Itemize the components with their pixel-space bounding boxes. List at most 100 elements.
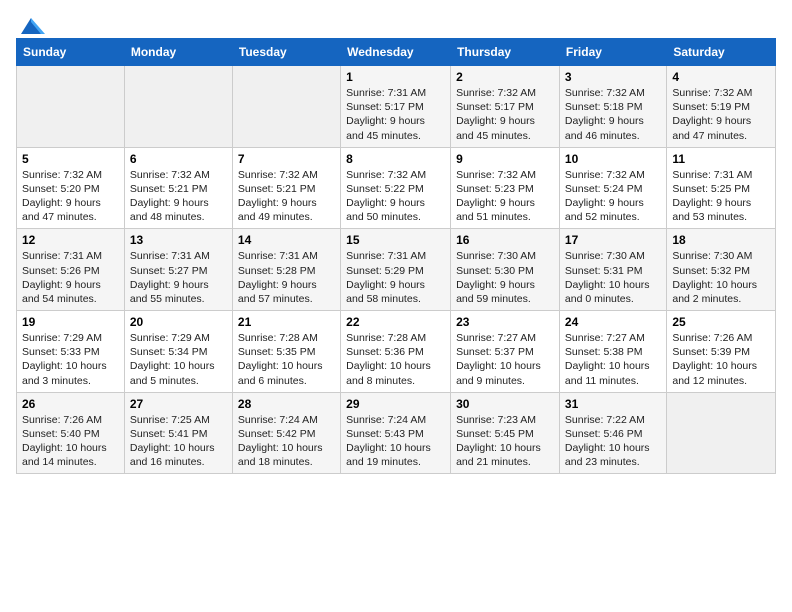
cell-content: Sunrise: 7:32 AM Sunset: 5:23 PM Dayligh… — [456, 168, 554, 225]
calendar-cell: 17 Sunrise: 7:30 AM Sunset: 5:31 PM Dayli… — [559, 229, 666, 311]
day-number: 22 — [346, 315, 445, 329]
cell-content: Sunrise: 7:32 AM Sunset: 5:17 PM Dayligh… — [456, 86, 554, 143]
weekday-thursday: Thursday — [451, 39, 560, 66]
calendar-cell: 24 Sunrise: 7:27 AM Sunset: 5:38 PM Dayli… — [559, 311, 666, 393]
day-number: 24 — [565, 315, 661, 329]
cell-content: Sunrise: 7:31 AM Sunset: 5:25 PM Dayligh… — [672, 168, 770, 225]
day-number: 31 — [565, 397, 661, 411]
calendar-week-3: 12 Sunrise: 7:31 AM Sunset: 5:26 PM Dayli… — [17, 229, 776, 311]
calendar-cell: 9Sunrise: 7:32 AM Sunset: 5:23 PM Daylig… — [451, 147, 560, 229]
day-number: 16 — [456, 233, 554, 247]
cell-content: Sunrise: 7:29 AM Sunset: 5:34 PM Dayligh… — [130, 331, 227, 388]
calendar-cell: 19 Sunrise: 7:29 AM Sunset: 5:33 PM Dayli… — [17, 311, 125, 393]
cell-content: Sunrise: 7:27 AM Sunset: 5:37 PM Dayligh… — [456, 331, 554, 388]
calendar-cell: 26Sunrise: 7:26 AM Sunset: 5:40 PM Dayli… — [17, 392, 125, 474]
day-number: 4 — [672, 70, 770, 84]
cell-content: Sunrise: 7:31 AM Sunset: 5:29 PM Dayligh… — [346, 249, 445, 306]
calendar-cell: 13 Sunrise: 7:31 AM Sunset: 5:27 PM Dayli… — [124, 229, 232, 311]
day-number: 15 — [346, 233, 445, 247]
cell-content: Sunrise: 7:31 AM Sunset: 5:27 PM Dayligh… — [130, 249, 227, 306]
cell-content: Sunrise: 7:23 AM Sunset: 5:45 PM Dayligh… — [456, 413, 554, 470]
cell-content: Sunrise: 7:32 AM Sunset: 5:18 PM Dayligh… — [565, 86, 661, 143]
weekday-header-row: SundayMondayTuesdayWednesdayThursdayFrid… — [17, 39, 776, 66]
calendar-cell: 7Sunrise: 7:32 AM Sunset: 5:21 PM Daylig… — [232, 147, 340, 229]
day-number: 12 — [22, 233, 119, 247]
day-number: 3 — [565, 70, 661, 84]
calendar-cell: 22 Sunrise: 7:28 AM Sunset: 5:36 PM Dayli… — [341, 311, 451, 393]
day-number: 7 — [238, 152, 335, 166]
calendar-table: SundayMondayTuesdayWednesdayThursdayFrid… — [16, 38, 776, 474]
day-number: 10 — [565, 152, 661, 166]
cell-content: Sunrise: 7:30 AM Sunset: 5:30 PM Dayligh… — [456, 249, 554, 306]
calendar-cell: 10 Sunrise: 7:32 AM Sunset: 5:24 PM Dayli… — [559, 147, 666, 229]
calendar-week-1: 1Sunrise: 7:31 AM Sunset: 5:17 PM Daylig… — [17, 66, 776, 148]
weekday-monday: Monday — [124, 39, 232, 66]
day-number: 21 — [238, 315, 335, 329]
weekday-saturday: Saturday — [667, 39, 776, 66]
cell-content: Sunrise: 7:26 AM Sunset: 5:40 PM Dayligh… — [22, 413, 119, 470]
calendar-week-2: 5 Sunrise: 7:32 AM Sunset: 5:20 PM Daylig… — [17, 147, 776, 229]
calendar-cell: 11 Sunrise: 7:31 AM Sunset: 5:25 PM Dayli… — [667, 147, 776, 229]
cell-content: Sunrise: 7:32 AM Sunset: 5:21 PM Dayligh… — [130, 168, 227, 225]
calendar-cell: 18 Sunrise: 7:30 AM Sunset: 5:32 PM Dayli… — [667, 229, 776, 311]
cell-content: Sunrise: 7:31 AM Sunset: 5:28 PM Dayligh… — [238, 249, 335, 306]
cell-content: Sunrise: 7:32 AM Sunset: 5:19 PM Dayligh… — [672, 86, 770, 143]
cell-content: Sunrise: 7:24 AM Sunset: 5:42 PM Dayligh… — [238, 413, 335, 470]
calendar-week-4: 19 Sunrise: 7:29 AM Sunset: 5:33 PM Dayli… — [17, 311, 776, 393]
cell-content: Sunrise: 7:27 AM Sunset: 5:38 PM Dayligh… — [565, 331, 661, 388]
day-number: 17 — [565, 233, 661, 247]
day-number: 2 — [456, 70, 554, 84]
cell-content: Sunrise: 7:30 AM Sunset: 5:32 PM Dayligh… — [672, 249, 770, 306]
calendar-cell: 2 Sunrise: 7:32 AM Sunset: 5:17 PM Daylig… — [451, 66, 560, 148]
calendar-cell: 6 Sunrise: 7:32 AM Sunset: 5:21 PM Daylig… — [124, 147, 232, 229]
logo — [16, 16, 45, 30]
calendar-cell: 28 Sunrise: 7:24 AM Sunset: 5:42 PM Dayli… — [232, 392, 340, 474]
day-number: 18 — [672, 233, 770, 247]
calendar-cell: 1Sunrise: 7:31 AM Sunset: 5:17 PM Daylig… — [341, 66, 451, 148]
calendar-cell: 5 Sunrise: 7:32 AM Sunset: 5:20 PM Daylig… — [17, 147, 125, 229]
calendar-cell — [124, 66, 232, 148]
day-number: 28 — [238, 397, 335, 411]
weekday-wednesday: Wednesday — [341, 39, 451, 66]
day-number: 8 — [346, 152, 445, 166]
calendar-cell: 3 Sunrise: 7:32 AM Sunset: 5:18 PM Daylig… — [559, 66, 666, 148]
cell-content: Sunrise: 7:25 AM Sunset: 5:41 PM Dayligh… — [130, 413, 227, 470]
day-number: 11 — [672, 152, 770, 166]
calendar-header: SundayMondayTuesdayWednesdayThursdayFrid… — [17, 39, 776, 66]
cell-content: Sunrise: 7:24 AM Sunset: 5:43 PM Dayligh… — [346, 413, 445, 470]
calendar-cell: 20Sunrise: 7:29 AM Sunset: 5:34 PM Dayli… — [124, 311, 232, 393]
cell-content: Sunrise: 7:26 AM Sunset: 5:39 PM Dayligh… — [672, 331, 770, 388]
weekday-friday: Friday — [559, 39, 666, 66]
cell-content: Sunrise: 7:28 AM Sunset: 5:35 PM Dayligh… — [238, 331, 335, 388]
calendar-cell — [17, 66, 125, 148]
cell-content: Sunrise: 7:32 AM Sunset: 5:20 PM Dayligh… — [22, 168, 119, 225]
day-number: 19 — [22, 315, 119, 329]
calendar-cell: 16 Sunrise: 7:30 AM Sunset: 5:30 PM Dayli… — [451, 229, 560, 311]
calendar-cell: 4 Sunrise: 7:32 AM Sunset: 5:19 PM Daylig… — [667, 66, 776, 148]
calendar-cell: 27 Sunrise: 7:25 AM Sunset: 5:41 PM Dayli… — [124, 392, 232, 474]
cell-content: Sunrise: 7:29 AM Sunset: 5:33 PM Dayligh… — [22, 331, 119, 388]
calendar-cell: 31 Sunrise: 7:22 AM Sunset: 5:46 PM Dayli… — [559, 392, 666, 474]
cell-content: Sunrise: 7:30 AM Sunset: 5:31 PM Dayligh… — [565, 249, 661, 306]
calendar-cell: 14Sunrise: 7:31 AM Sunset: 5:28 PM Dayli… — [232, 229, 340, 311]
weekday-sunday: Sunday — [17, 39, 125, 66]
cell-content: Sunrise: 7:22 AM Sunset: 5:46 PM Dayligh… — [565, 413, 661, 470]
calendar-body: 1Sunrise: 7:31 AM Sunset: 5:17 PM Daylig… — [17, 66, 776, 474]
calendar-cell: 30Sunrise: 7:23 AM Sunset: 5:45 PM Dayli… — [451, 392, 560, 474]
calendar-cell: 23 Sunrise: 7:27 AM Sunset: 5:37 PM Dayli… — [451, 311, 560, 393]
calendar-cell: 25Sunrise: 7:26 AM Sunset: 5:39 PM Dayli… — [667, 311, 776, 393]
calendar-week-5: 26Sunrise: 7:26 AM Sunset: 5:40 PM Dayli… — [17, 392, 776, 474]
day-number: 5 — [22, 152, 119, 166]
logo-icon — [17, 14, 45, 36]
day-number: 27 — [130, 397, 227, 411]
day-number: 23 — [456, 315, 554, 329]
calendar-cell: 15 Sunrise: 7:31 AM Sunset: 5:29 PM Dayli… — [341, 229, 451, 311]
page-header — [16, 16, 776, 30]
weekday-tuesday: Tuesday — [232, 39, 340, 66]
cell-content: Sunrise: 7:28 AM Sunset: 5:36 PM Dayligh… — [346, 331, 445, 388]
day-number: 13 — [130, 233, 227, 247]
cell-content: Sunrise: 7:32 AM Sunset: 5:24 PM Dayligh… — [565, 168, 661, 225]
cell-content: Sunrise: 7:31 AM Sunset: 5:26 PM Dayligh… — [22, 249, 119, 306]
day-number: 6 — [130, 152, 227, 166]
cell-content: Sunrise: 7:32 AM Sunset: 5:22 PM Dayligh… — [346, 168, 445, 225]
